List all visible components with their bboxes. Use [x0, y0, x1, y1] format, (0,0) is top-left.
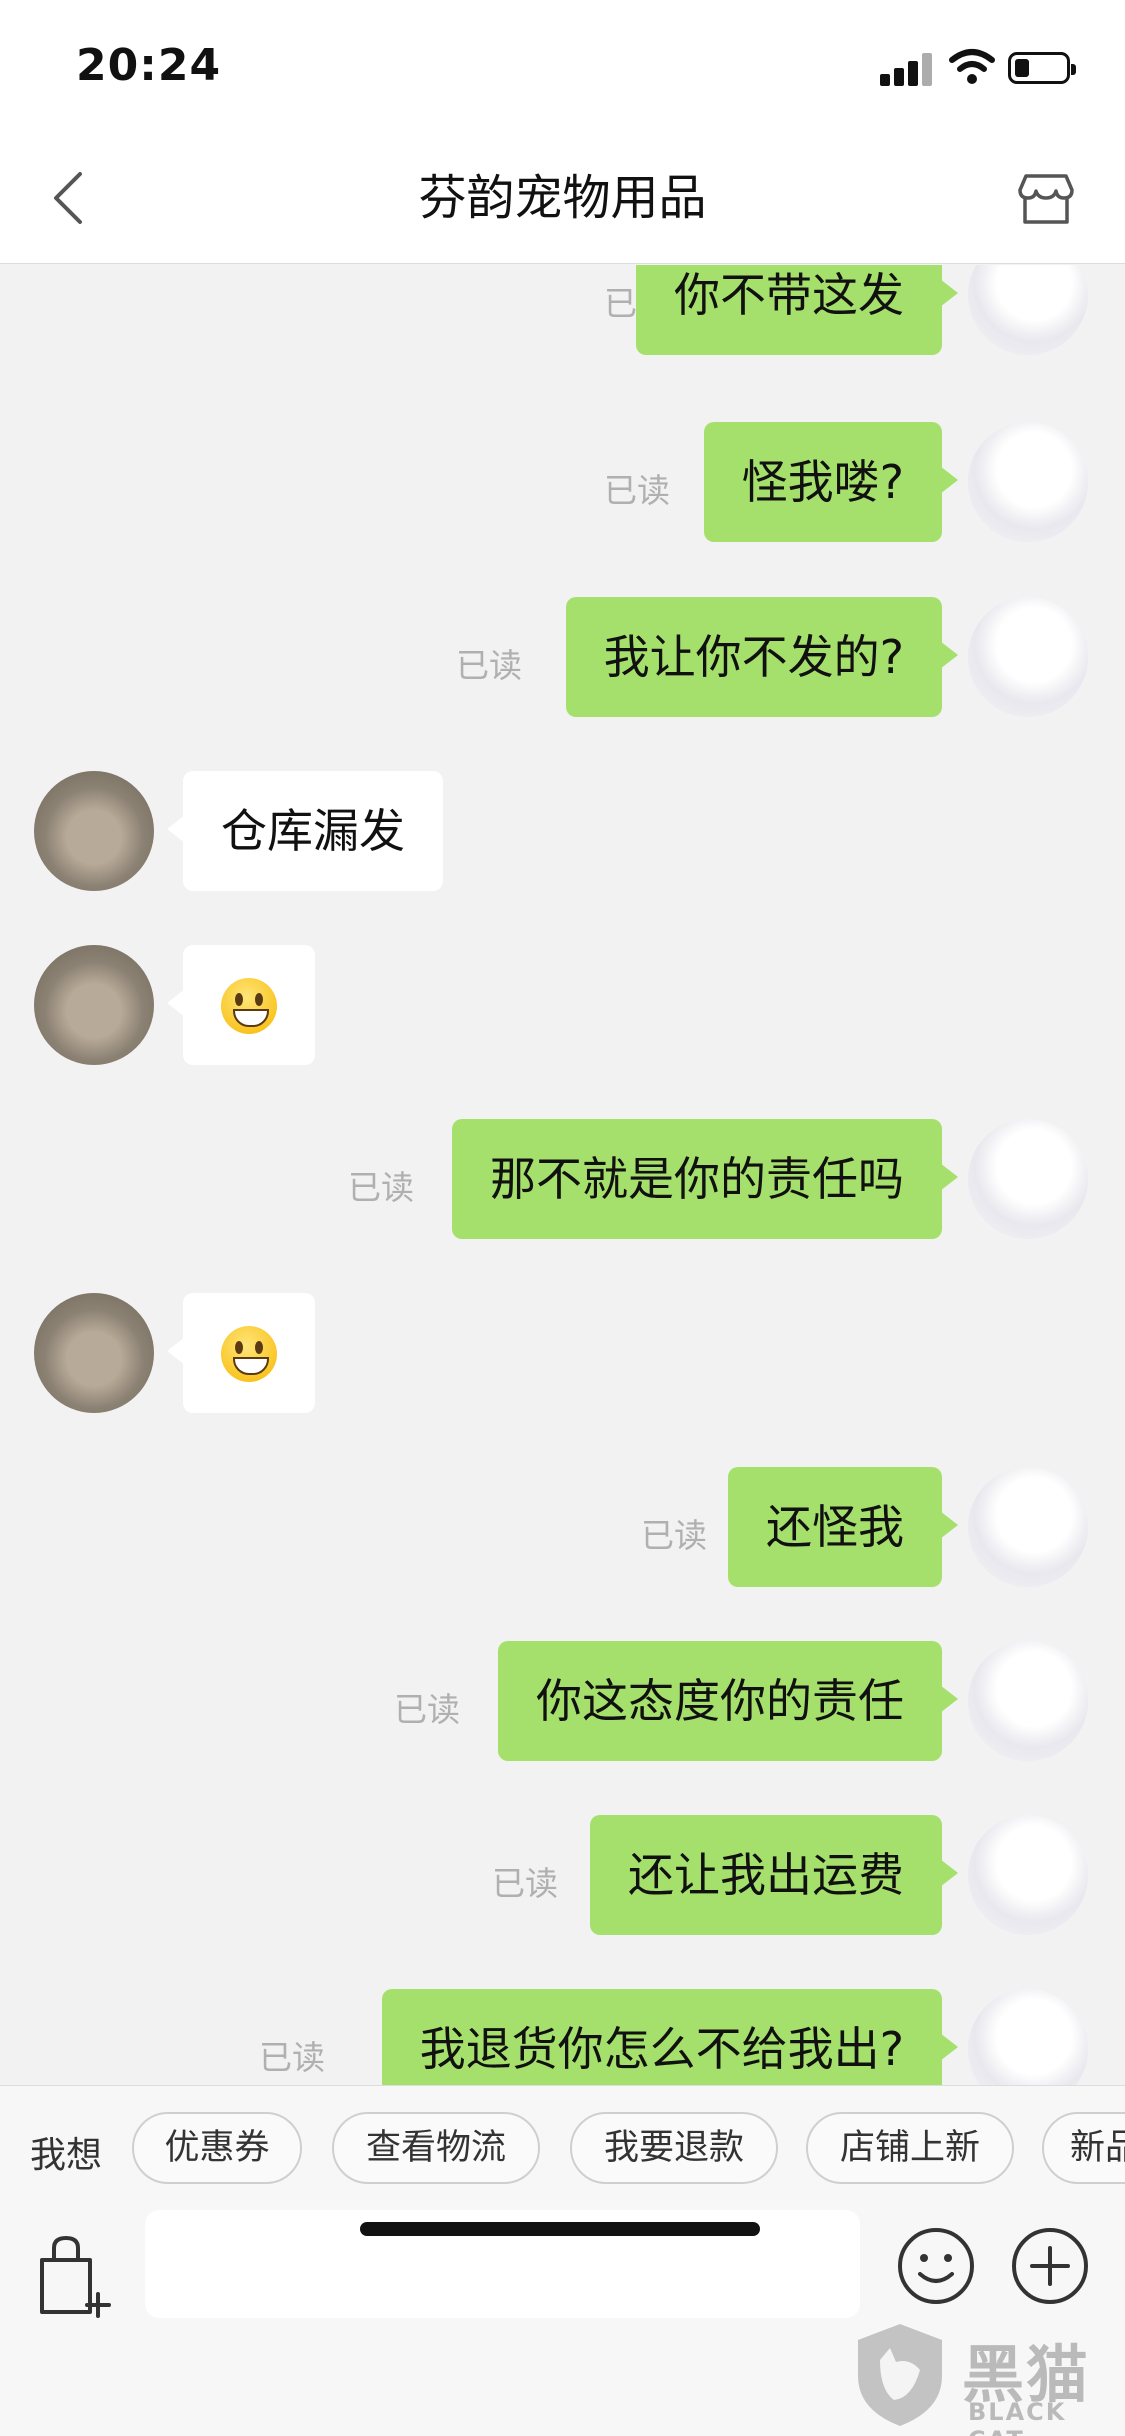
cat-shield-icon: [858, 2324, 942, 2426]
quick-actions-bar: 我想 优惠券 查看物流 我要退款 店铺上新 新品: [0, 2085, 1125, 2210]
home-indicator[interactable]: [360, 2222, 760, 2236]
read-status: 已读: [348, 1168, 414, 1207]
avatar[interactable]: [968, 1119, 1088, 1239]
avatar[interactable]: [968, 597, 1088, 717]
avatar[interactable]: [968, 1815, 1088, 1935]
smile-icon[interactable]: [896, 2226, 976, 2306]
message-row: 已读 还让我出运费: [0, 1815, 1125, 1937]
message-bubble[interactable]: 怪我喽?: [703, 422, 959, 542]
message-bubble[interactable]: 你不带这发: [636, 265, 958, 355]
avatar[interactable]: [34, 771, 154, 891]
message-row: 仓库漏发: [0, 771, 1125, 893]
quick-chip-new-arrivals[interactable]: 店铺上新: [806, 2112, 1014, 2184]
shopping-bag-icon[interactable]: [36, 2232, 116, 2318]
message-row: 已读 你不带这发: [0, 265, 1125, 357]
message-row: 已读 我退货你怎么不给我出?: [0, 1989, 1125, 2085]
message-row: [0, 1293, 1125, 1415]
message-list[interactable]: 已读 你不带这发 已读 怪我喽? 已读 我让你不发的? 仓库漏发 已读 那不就是…: [0, 265, 1125, 2085]
grinning-face-icon: [221, 1325, 277, 1382]
quick-chip-logistics[interactable]: 查看物流: [332, 2112, 540, 2184]
status-bar: 20:24: [0, 0, 1125, 132]
avatar[interactable]: [968, 1467, 1088, 1587]
status-time: 20:24: [76, 40, 222, 91]
wifi-icon: [949, 49, 995, 84]
message-bubble[interactable]: 我退货你怎么不给我出?: [381, 1989, 959, 2085]
read-status: 已读: [604, 471, 670, 510]
read-status: 已读: [259, 2038, 325, 2077]
read-status: 已读: [641, 1516, 707, 1555]
avatar[interactable]: [968, 422, 1088, 542]
quick-chip-refund[interactable]: 我要退款: [570, 2112, 778, 2184]
quick-chip-coupon[interactable]: 优惠券: [132, 2112, 302, 2184]
plus-circle-icon[interactable]: [1010, 2226, 1090, 2306]
avatar[interactable]: [968, 1641, 1088, 1761]
message-bubble[interactable]: [167, 945, 315, 1065]
avatar[interactable]: [968, 265, 1088, 355]
message-row: 已读 我让你不发的?: [0, 597, 1125, 719]
quick-chip-new-products[interactable]: 新品: [1042, 2112, 1125, 2184]
message-bubble[interactable]: 还让我出运费: [590, 1815, 958, 1935]
watermark-subtext: BLACK CAT: [968, 2398, 1067, 2436]
chat-header: 芬韵宠物用品: [0, 132, 1125, 264]
page-title: 芬韵宠物用品: [418, 170, 707, 226]
message-row: 已读 怪我喽?: [0, 422, 1125, 544]
grinning-face-icon: [221, 977, 277, 1034]
message-bubble[interactable]: [167, 1293, 315, 1413]
signal-icon: [880, 52, 936, 86]
read-status: 已读: [456, 646, 522, 685]
avatar[interactable]: [34, 1293, 154, 1413]
message-bubble[interactable]: 仓库漏发: [167, 771, 443, 891]
message-row: 已读 你这态度你的责任: [0, 1641, 1125, 1763]
message-bubble[interactable]: 那不就是你的责任吗: [452, 1119, 958, 1239]
battery-icon: [1008, 52, 1076, 84]
quick-actions-label: 我想: [30, 2135, 103, 2176]
read-status: 已读: [492, 1864, 558, 1903]
message-bubble[interactable]: 我让你不发的?: [565, 597, 959, 717]
avatar[interactable]: [34, 945, 154, 1065]
avatar[interactable]: [968, 1989, 1088, 2085]
read-status: 已读: [394, 1690, 460, 1729]
message-bubble[interactable]: 还怪我: [728, 1467, 958, 1587]
watermark: 黑猫 BLACK CAT: [850, 2320, 1120, 2436]
message-row: 已读 那不就是你的责任吗: [0, 1119, 1125, 1241]
message-row: 已读 还怪我: [0, 1467, 1125, 1589]
message-bubble[interactable]: 你这态度你的责任: [498, 1641, 958, 1761]
store-icon[interactable]: [1016, 168, 1076, 228]
message-row: [0, 945, 1125, 1067]
